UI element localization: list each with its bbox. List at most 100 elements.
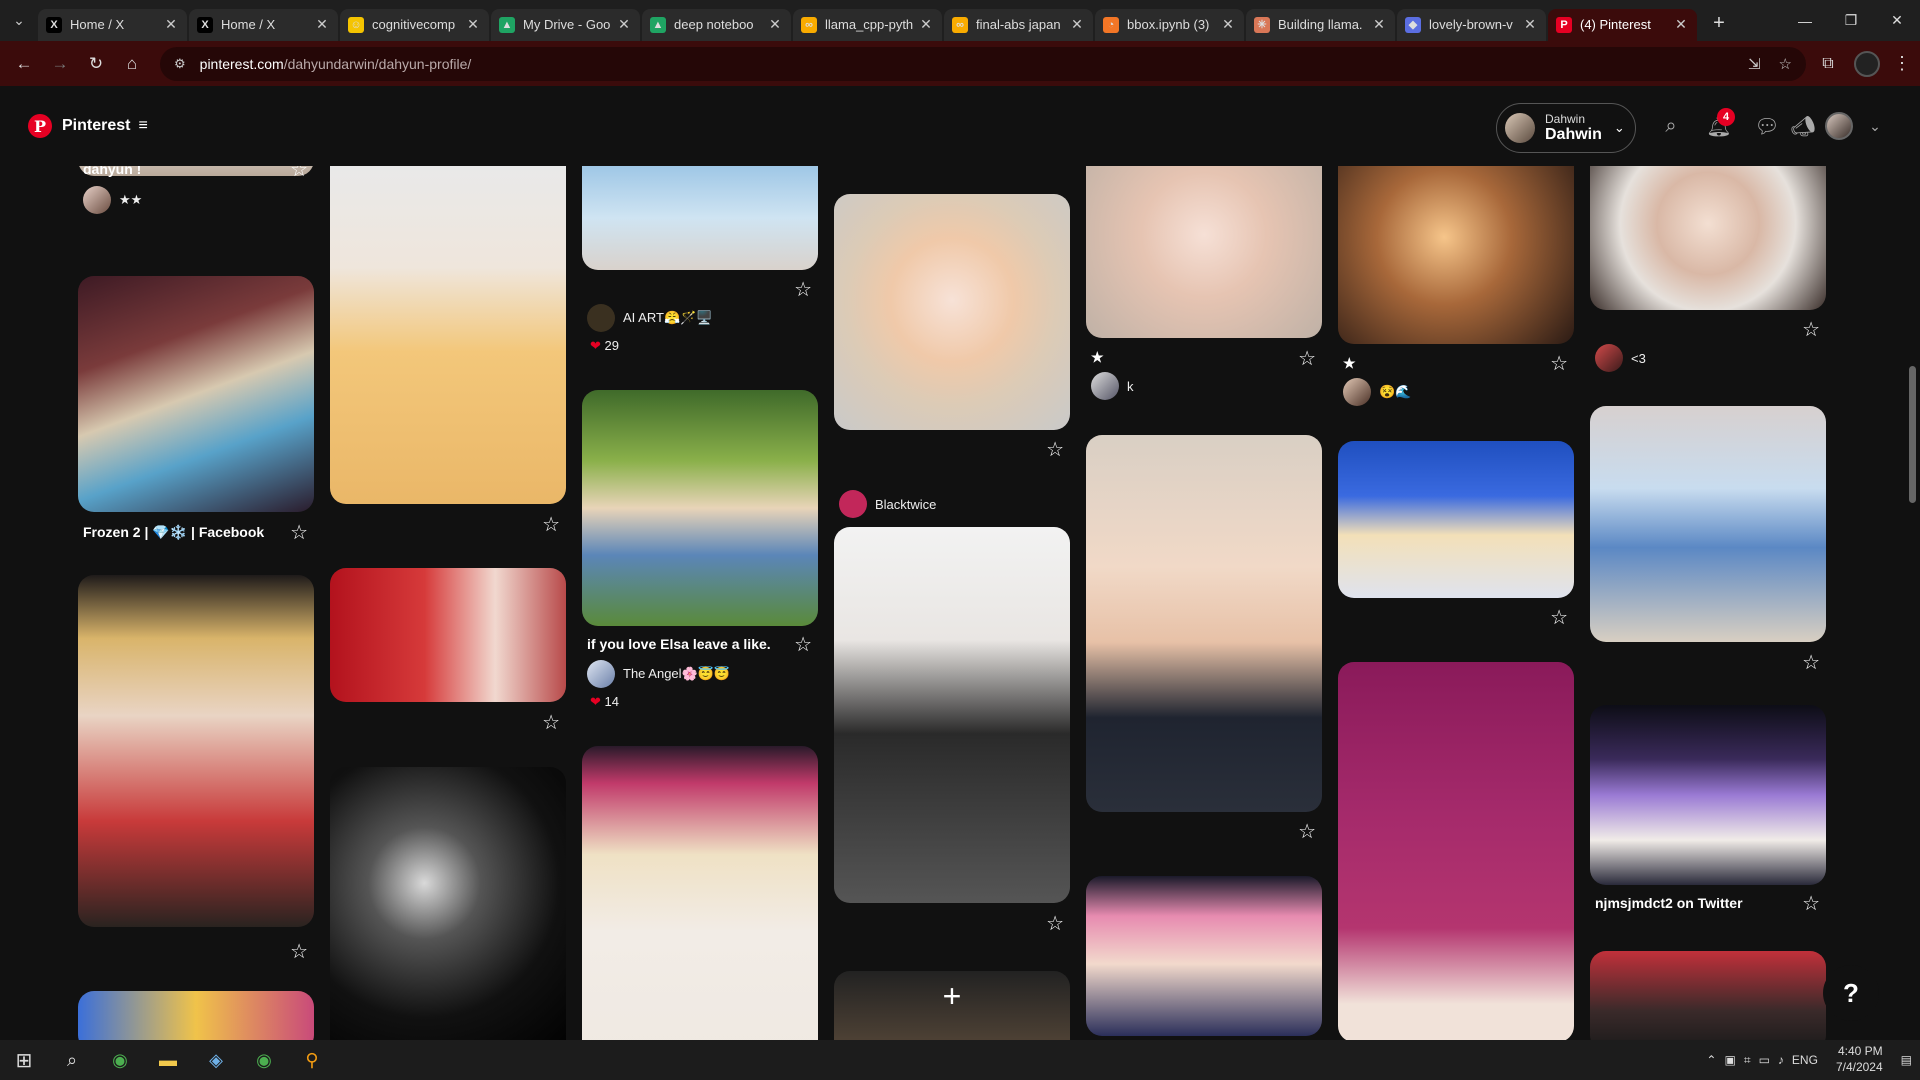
pin-title[interactable]: ★: [1091, 349, 1104, 366]
tab-close-icon[interactable]: ✕: [1673, 16, 1689, 33]
notifications-center-icon[interactable]: ▤: [1901, 1053, 1912, 1067]
taskbar-clock[interactable]: 4:40 PM 7/4/2024: [1836, 1044, 1883, 1075]
tab-close-icon[interactable]: ✕: [1371, 16, 1387, 33]
tray-network-icon[interactable]: ⌗: [1744, 1053, 1751, 1068]
author-avatar[interactable]: [1595, 344, 1623, 372]
author-avatar[interactable]: [587, 660, 615, 688]
save-star-icon[interactable]: ☆: [1802, 317, 1820, 342]
page-scrollbar[interactable]: [1905, 86, 1920, 1040]
pin-author[interactable]: 😵🌊: [1379, 384, 1411, 400]
back-arrow-icon[interactable]: ←: [8, 48, 40, 80]
pin-card[interactable]: [78, 991, 314, 1040]
pin-title[interactable]: ★: [1343, 355, 1356, 372]
author-avatar[interactable]: [1091, 372, 1119, 400]
browser-tab[interactable]: ▲ deep noteboo ✕: [642, 8, 791, 41]
pin-image[interactable]: [582, 166, 818, 270]
save-star-icon[interactable]: ☆: [290, 520, 308, 545]
pin-image[interactable]: [1338, 166, 1574, 344]
profile-avatar-button[interactable]: [1821, 108, 1857, 144]
pin-card[interactable]: ☆ <3: [1590, 166, 1826, 372]
tray-display-icon[interactable]: ▭: [1759, 1053, 1770, 1067]
hamburger-menu-icon[interactable]: ≡: [138, 117, 147, 135]
pin-card[interactable]: ☆: [78, 575, 314, 963]
pin-card[interactable]: ★ ☆ k: [1086, 166, 1322, 400]
pin-card[interactable]: [1338, 662, 1574, 1040]
pin-image[interactable]: [1338, 441, 1574, 598]
notifications-bell-icon[interactable]: 🔔︎ 4: [1701, 108, 1737, 144]
pin-card[interactable]: [1086, 876, 1322, 1036]
browser-tab[interactable]: ∞ llama_cpp-pyth ✕: [793, 8, 942, 41]
pin-card[interactable]: ☆: [1590, 406, 1826, 674]
author-avatar[interactable]: [839, 490, 867, 518]
windows-start-icon[interactable]: ⊞: [0, 1040, 48, 1080]
pin-card[interactable]: [1590, 951, 1826, 1040]
account-switcher[interactable]: Dahwin Dahwin ⌄: [1496, 103, 1636, 153]
pin-image[interactable]: [582, 390, 818, 626]
store-app-icon[interactable]: ◈: [192, 1040, 240, 1080]
pin-image[interactable]: [78, 276, 314, 512]
pin-author[interactable]: Blacktwice: [875, 497, 936, 512]
browser-tab[interactable]: ◔ bbox.ipynb (3) ✕: [1095, 8, 1244, 41]
save-star-icon[interactable]: ☆: [1802, 891, 1820, 916]
pin-card[interactable]: dahyun ! ☆ ★★: [78, 166, 314, 214]
tab-close-icon[interactable]: ✕: [1069, 16, 1085, 33]
browser-tab[interactable]: P (4) Pinterest ✕: [1548, 8, 1697, 41]
tab-close-icon[interactable]: ✕: [1522, 16, 1538, 33]
tab-search-chevron-icon[interactable]: ⌄: [0, 0, 38, 41]
pin-image[interactable]: [834, 194, 1070, 430]
save-star-icon[interactable]: ☆: [794, 632, 812, 657]
tab-close-icon[interactable]: ✕: [616, 16, 632, 33]
reload-icon[interactable]: ↻: [80, 48, 112, 80]
author-avatar[interactable]: [83, 186, 111, 214]
help-button[interactable]: ?: [1823, 965, 1879, 1021]
pin-card[interactable]: Frozen 2 | 💎❄️ | Facebook ☆: [78, 276, 314, 544]
scrollbar-thumb[interactable]: [1909, 366, 1916, 503]
pin-image[interactable]: [330, 166, 566, 504]
pin-author[interactable]: k: [1127, 379, 1134, 394]
pin-image[interactable]: [582, 746, 818, 1040]
forward-arrow-icon[interactable]: →: [44, 48, 76, 80]
pin-image[interactable]: [1338, 662, 1574, 1040]
maximize-icon[interactable]: ❐: [1828, 0, 1874, 41]
pin-card[interactable]: ★ ☆ 😵🌊: [1338, 166, 1574, 406]
extensions-puzzle-icon[interactable]: ⧉: [1814, 55, 1842, 73]
file-explorer-icon[interactable]: ▬: [144, 1040, 192, 1080]
pin-title[interactable]: Frozen 2 | 💎❄️ | Facebook: [83, 524, 264, 541]
author-avatar[interactable]: [587, 304, 615, 332]
pin-card[interactable]: ☆ Blacktwice: [834, 194, 1070, 518]
tab-close-icon[interactable]: ✕: [1220, 16, 1236, 33]
pin-image[interactable]: [78, 575, 314, 927]
home-icon[interactable]: ⌂: [116, 48, 148, 80]
save-star-icon[interactable]: ☆: [1298, 819, 1316, 844]
pin-title[interactable]: njmsjmdct2 on Twitter: [1595, 895, 1743, 911]
pin-card[interactable]: ☆: [1338, 441, 1574, 629]
pin-author[interactable]: The Angel🌸😇😇: [623, 666, 730, 682]
pin-image[interactable]: [1086, 435, 1322, 812]
pin-author[interactable]: AI ART😤🪄🖥️: [623, 310, 713, 326]
tab-close-icon[interactable]: ✕: [314, 16, 330, 33]
pin-image[interactable]: [78, 991, 314, 1040]
pin-image[interactable]: [834, 527, 1070, 903]
install-app-icon[interactable]: ⇲: [1748, 55, 1761, 73]
save-star-icon[interactable]: ☆: [1046, 437, 1064, 462]
pin-card[interactable]: njmsjmdct2 on Twitter ☆: [1590, 705, 1826, 915]
new-tab-button[interactable]: +: [1705, 10, 1733, 38]
tray-volume-icon[interactable]: ♪: [1778, 1053, 1784, 1067]
browser-tab[interactable]: ∞ final-abs japan ✕: [944, 8, 1093, 41]
tray-language[interactable]: ENG: [1792, 1053, 1818, 1067]
address-bar[interactable]: ⚙ pinterest.com/dahyundarwin/dahyun-prof…: [160, 46, 1806, 81]
save-star-icon[interactable]: ☆: [1802, 650, 1820, 675]
pin-image[interactable]: [330, 767, 566, 1040]
browser-menu-icon[interactable]: ⋮: [1892, 53, 1912, 74]
pin-image[interactable]: [1086, 166, 1322, 338]
magnifier-app-icon[interactable]: ⚲: [288, 1040, 336, 1080]
save-star-icon[interactable]: ☆: [542, 710, 560, 735]
pin-author[interactable]: <3: [1631, 351, 1646, 366]
pin-image[interactable]: [1590, 705, 1826, 885]
pin-title[interactable]: if you love Elsa leave a like.: [587, 636, 771, 652]
save-star-icon[interactable]: ☆: [1550, 351, 1568, 376]
save-star-icon[interactable]: ☆: [542, 512, 560, 537]
save-star-icon[interactable]: ☆: [794, 277, 812, 302]
browser-tab[interactable]: ☺ cognitivecomp ✕: [340, 8, 489, 41]
pin-card[interactable]: [330, 767, 566, 1040]
